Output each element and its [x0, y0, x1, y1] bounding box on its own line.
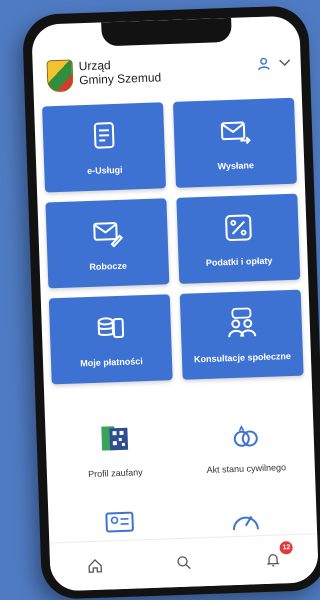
- secondary-grid: Profil zaufany Akt stanu cywilnego: [53, 404, 308, 493]
- main-tile-grid: e-Usługi Wysłane Robocze: [42, 98, 304, 385]
- coins-icon: [93, 311, 128, 346]
- people-chat-icon: [224, 306, 259, 341]
- percent-icon: [220, 210, 255, 245]
- tile-label: Podatki i opłaty: [206, 256, 273, 268]
- title-line2: Gminy Szemud: [79, 70, 161, 87]
- bottom-nav: 12: [49, 533, 319, 591]
- nav-search[interactable]: [172, 550, 197, 575]
- gauge-icon: [230, 505, 261, 534]
- document-icon: [86, 119, 121, 154]
- tile-gauge[interactable]: [182, 503, 309, 535]
- id-card-icon: [104, 510, 135, 535]
- tile-e-uslugi[interactable]: e-Usługi: [42, 102, 166, 192]
- home-icon[interactable]: [87, 558, 104, 575]
- nav-notifications[interactable]: 12: [261, 547, 286, 572]
- tile-robocze[interactable]: Robocze: [45, 198, 169, 288]
- municipality-crest-logo: [46, 59, 73, 92]
- app-header: Urząd Gminy Szemud: [46, 46, 291, 98]
- tile-label: e-Usługi: [87, 165, 123, 176]
- tile-label: Akt stanu cywilnego: [206, 462, 286, 475]
- tile-label: Robocze: [89, 261, 127, 272]
- tile-konsultacje[interactable]: Konsultacje społeczne: [180, 290, 304, 380]
- phone-notch: [101, 18, 232, 47]
- tile-label: Wysłane: [217, 160, 254, 171]
- tile-label: Profil zaufany: [88, 467, 143, 479]
- app-screen: Urząd Gminy Szemud: [31, 15, 319, 591]
- user-menu[interactable]: [256, 56, 290, 71]
- notification-badge: 12: [280, 541, 293, 554]
- tile-profil-zaufany[interactable]: Profil zaufany: [53, 408, 177, 492]
- tile-label: Moje płatności: [80, 356, 143, 368]
- tile-podatki[interactable]: Podatki i opłaty: [176, 194, 300, 284]
- qr-icon: [97, 422, 132, 457]
- tile-label: Konsultacje społeczne: [194, 351, 291, 364]
- tile-moje-platnosci[interactable]: Moje płatności: [49, 294, 173, 384]
- rings-icon: [228, 417, 263, 452]
- app-title: Urząd Gminy Szemud: [78, 56, 161, 87]
- user-icon[interactable]: [256, 57, 270, 71]
- phone-frame: Urząd Gminy Szemud: [22, 5, 320, 600]
- tile-wyslane[interactable]: Wysłane: [173, 98, 297, 188]
- tile-akt-stanu-cywilnego[interactable]: Akt stanu cywilnego: [184, 404, 308, 488]
- chevron-down-icon[interactable]: [279, 59, 291, 67]
- search-icon[interactable]: [176, 555, 193, 572]
- nav-home[interactable]: [82, 554, 107, 579]
- bell-icon[interactable]: [265, 551, 282, 568]
- sent-mail-icon: [217, 114, 252, 149]
- tile-id-card[interactable]: [56, 508, 183, 540]
- draft-mail-icon: [89, 215, 124, 250]
